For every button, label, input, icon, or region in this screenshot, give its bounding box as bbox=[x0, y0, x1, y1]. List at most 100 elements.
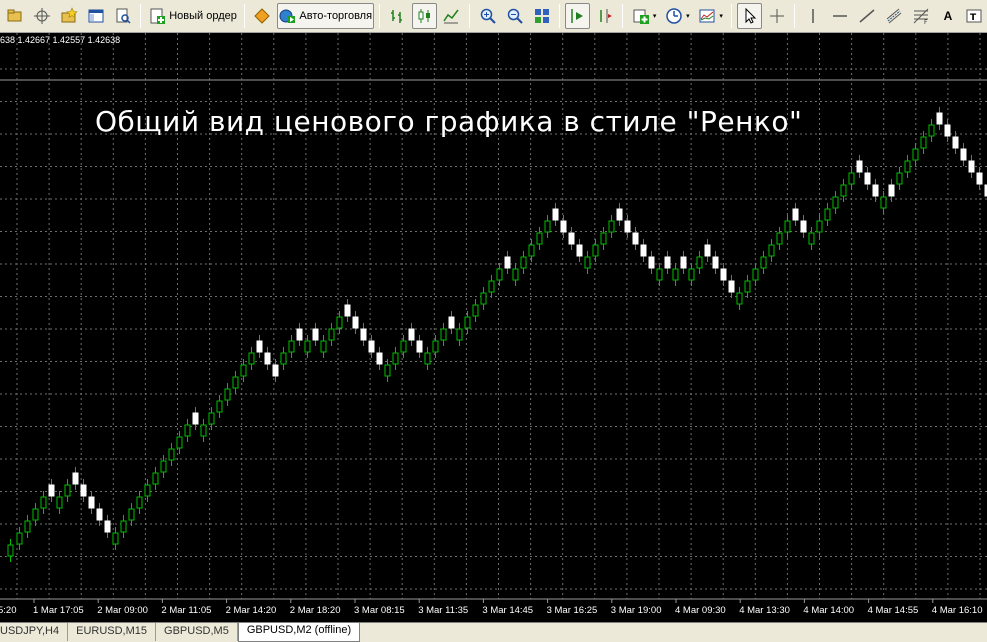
bar-chart-button[interactable] bbox=[385, 3, 410, 29]
renko-brick-up bbox=[672, 268, 679, 281]
renko-brick-up bbox=[424, 352, 431, 365]
time-axis-label: 3 Mar 08:15 bbox=[354, 605, 405, 616]
toolbar-separator bbox=[378, 4, 380, 28]
renko-brick-up bbox=[56, 496, 63, 509]
open-folder-button[interactable] bbox=[2, 3, 27, 29]
line-chart-button[interactable] bbox=[439, 3, 464, 29]
magnifier-doc-icon bbox=[114, 7, 132, 25]
cursor-tool-button[interactable] bbox=[737, 3, 763, 29]
renko-brick-up bbox=[536, 232, 543, 245]
tab-gbpusd-m2-offline[interactable]: GBPUSD,M2 (offline) bbox=[237, 623, 361, 642]
templates-button[interactable]: ▾ bbox=[695, 3, 726, 29]
renko-brick-up bbox=[760, 256, 767, 269]
toolbar-separator bbox=[468, 4, 470, 28]
renko-brick-up bbox=[7, 544, 14, 557]
time-axis-label: 3 Mar 11:35 bbox=[418, 605, 468, 616]
renko-brick-down bbox=[640, 244, 647, 257]
tab-usdjpy-h4[interactable]: USDJPY,H4 bbox=[0, 623, 69, 641]
autoscroll-button[interactable] bbox=[565, 3, 591, 29]
crosshair-icon bbox=[33, 7, 51, 25]
new-order-button[interactable]: Новый ордер bbox=[146, 3, 238, 29]
renko-brick-down bbox=[352, 316, 359, 329]
toolbar-separator bbox=[243, 4, 245, 28]
tile-windows-icon bbox=[533, 7, 551, 25]
channel-button[interactable] bbox=[882, 3, 907, 29]
renko-brick-down bbox=[664, 256, 671, 269]
renko-brick-up bbox=[816, 220, 823, 233]
renko-brick-down bbox=[704, 244, 711, 257]
star-folder-icon bbox=[60, 7, 78, 25]
navigator-button[interactable] bbox=[83, 3, 108, 29]
crosshair-icon bbox=[768, 7, 786, 25]
renko-brick-up bbox=[472, 304, 479, 317]
zoom-out-button[interactable] bbox=[502, 3, 527, 29]
tester-button[interactable] bbox=[110, 3, 135, 29]
renko-brick-down bbox=[888, 184, 895, 197]
renko-brick-down bbox=[256, 340, 263, 353]
renko-brick-up bbox=[848, 172, 855, 185]
crosshair-button[interactable] bbox=[29, 3, 54, 29]
renko-brick-down bbox=[856, 160, 863, 173]
renko-brick-down bbox=[264, 352, 271, 365]
renko-brick-up bbox=[240, 364, 247, 377]
renko-brick-down bbox=[192, 412, 199, 425]
crosshair-tool-button[interactable] bbox=[764, 3, 789, 29]
renko-brick-down bbox=[632, 232, 639, 245]
bar-chart-icon bbox=[388, 7, 406, 25]
zoom-in-icon bbox=[479, 7, 497, 25]
metaeditor-button[interactable] bbox=[250, 3, 275, 29]
chart-shift-button[interactable] bbox=[592, 3, 617, 29]
vertical-line-button[interactable] bbox=[800, 3, 825, 29]
renko-brick-up bbox=[248, 352, 255, 365]
renko-brick-down bbox=[376, 352, 383, 365]
time-axis-label: 2 Mar 18:20 bbox=[290, 605, 341, 616]
tab-gbpusd-m5[interactable]: GBPUSD,M5 bbox=[156, 623, 238, 641]
candlestick-icon bbox=[415, 7, 433, 25]
renko-brick-down bbox=[344, 304, 351, 317]
time-axis-label: 4 Mar 14:00 bbox=[803, 605, 854, 616]
toolbar-separator bbox=[559, 4, 561, 28]
text-tool-button[interactable]: A bbox=[936, 3, 960, 29]
favorites-button[interactable] bbox=[56, 3, 81, 29]
renko-brick-up bbox=[200, 424, 207, 437]
renko-brick-down bbox=[448, 316, 455, 329]
trendline-button[interactable] bbox=[855, 3, 880, 29]
renko-brick-up bbox=[432, 340, 439, 353]
renko-brick-down bbox=[976, 172, 983, 185]
renko-brick-down bbox=[728, 280, 735, 293]
text-tool-label: A bbox=[943, 9, 953, 23]
renko-brick-up bbox=[160, 460, 167, 473]
renko-brick-up bbox=[496, 268, 503, 281]
horizontal-line-button[interactable] bbox=[828, 3, 853, 29]
renko-brick-up bbox=[112, 532, 119, 545]
toolbar-separator bbox=[622, 4, 624, 28]
renko-brick-up bbox=[784, 220, 791, 233]
renko-brick-up bbox=[824, 208, 831, 221]
indicators-button[interactable]: ▾ bbox=[628, 3, 659, 29]
time-axis-label: 1 Mar 17:05 bbox=[33, 605, 84, 616]
fibonacci-button[interactable]: F bbox=[909, 3, 934, 29]
renko-brick-up bbox=[320, 340, 327, 353]
renko-brick-up bbox=[280, 352, 287, 365]
tab-eurusd-m15[interactable]: EURUSD,M15 bbox=[68, 623, 157, 641]
renko-brick-down bbox=[864, 172, 871, 185]
text-label-button[interactable]: T bbox=[962, 3, 987, 29]
auto-trading-button[interactable]: Авто-торговля bbox=[276, 3, 374, 29]
time-axis-label: 3 Mar 19:00 bbox=[611, 605, 662, 616]
renko-brick-up bbox=[440, 328, 447, 341]
renko-brick-up bbox=[16, 532, 23, 545]
renko-brick-up bbox=[768, 244, 775, 257]
renko-brick-up bbox=[328, 328, 335, 341]
periods-button[interactable]: ▾ bbox=[662, 3, 693, 29]
chevron-down-icon: ▾ bbox=[719, 13, 723, 20]
renko-brick-up bbox=[464, 316, 471, 329]
renko-brick-up bbox=[128, 508, 135, 521]
candlestick-button[interactable] bbox=[411, 3, 437, 29]
renko-brick-down bbox=[624, 220, 631, 233]
price-chart[interactable]: 5:20 1 Mar 17:05 2 Mar 09:00 2 Mar 11:05 2 M… bbox=[0, 33, 987, 622]
zoom-in-button[interactable] bbox=[475, 3, 500, 29]
time-axis-label: 2 Mar 09:00 bbox=[97, 605, 148, 616]
renko-brick-down bbox=[72, 472, 79, 485]
tile-windows-button[interactable] bbox=[529, 3, 554, 29]
renko-brick-down bbox=[576, 244, 583, 257]
